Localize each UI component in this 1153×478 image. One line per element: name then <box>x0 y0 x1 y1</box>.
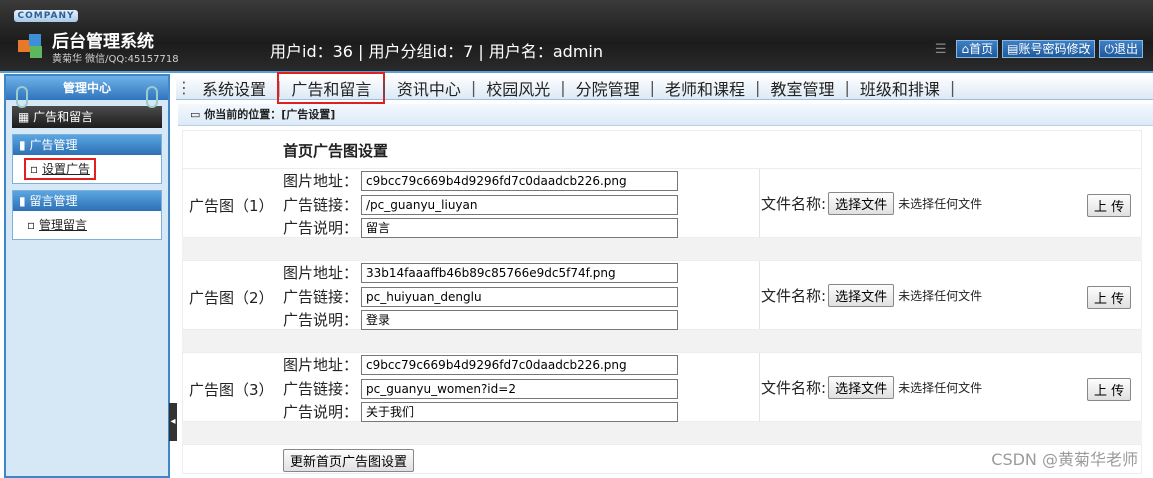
ad-link-input[interactable] <box>361 286 678 307</box>
ring-decoration <box>146 86 158 108</box>
ad-label: 广告图（2） <box>189 289 274 307</box>
user-info: 用户id：36 | 用户分组id：7 | 用户名：admin <box>270 42 604 61</box>
nav-item-teachers-courses[interactable]: 老师和课程 <box>655 76 755 100</box>
no-file-text: 未选择任何文件 <box>898 197 983 211</box>
link-row: 广告链接： <box>283 194 678 215</box>
top-nav: ⋮ 系统设置 | 广告和留言 | 资讯中心 | 校园风光 | 分院管理 | 老师和课程 | … <box>176 71 1153 104</box>
image-row: 图片地址： <box>283 262 678 283</box>
folder-icon: ▮ <box>19 194 26 208</box>
grid-icon: ▦ <box>18 110 30 124</box>
ad-desc-input[interactable] <box>361 401 678 422</box>
image-row: 图片地址： <box>283 170 678 191</box>
system-title: 后台管理系统 <box>52 32 154 52</box>
no-file-text: 未选择任何文件 <box>898 381 983 395</box>
image-row: 图片地址： <box>283 354 678 375</box>
group-header[interactable]: ▮ 广告管理 <box>13 135 161 155</box>
home-link[interactable]: ⌂首页 <box>956 40 999 58</box>
top-header: COMPANY 后台管理系统 黄菊华 微信/QQ:45157718 用户id：3… <box>0 0 1153 73</box>
nav-item-system[interactable]: 系统设置 <box>192 76 276 100</box>
breadcrumb: ▭ 你当前的位置：[广告设置] <box>178 104 1153 126</box>
cubes-logo-icon <box>18 34 42 58</box>
upload-button[interactable]: 上 传 <box>1087 286 1132 309</box>
file-picker: 文件名称: 选择文件 未选择任何文件 <box>761 284 982 307</box>
ad-block-3: 广告图（3） 图片地址： 广告链接： 广告说明： 文件名称: 选择文件 未选择任… <box>182 352 1142 422</box>
ad-settings-form: 首页广告图设置 广告图（1） 图片地址： 广告链接： 广告说明： 文件名称: 选… <box>182 130 1142 474</box>
ad-block-2: 广告图（2） 图片地址： 广告链接： 广告说明： 文件名称: 选择文件 未选择任… <box>182 260 1142 330</box>
image-url-input[interactable] <box>361 354 678 375</box>
no-file-text: 未选择任何文件 <box>898 289 983 303</box>
top-links: ☰ ⌂首页 ▤账号密码修改 ⏻退出 <box>935 40 1143 58</box>
power-icon: ⏻ <box>1104 42 1114 56</box>
company-badge: COMPANY <box>14 10 78 22</box>
home-icon: ⌂ <box>961 42 970 56</box>
group-header[interactable]: ▮ 留言管理 <box>13 191 161 211</box>
sidebar-selected-module[interactable]: ▦ 广告和留言 <box>12 106 162 128</box>
ad-desc-input[interactable] <box>361 309 678 330</box>
menu-icon: ☰ <box>934 41 947 57</box>
nav-item-classes-schedule[interactable]: 班级和排课 <box>850 76 950 100</box>
account-password-link[interactable]: ▤账号密码修改 <box>1002 40 1096 58</box>
file-picker: 文件名称: 选择文件 未选择任何文件 <box>761 192 982 215</box>
image-url-input[interactable] <box>361 262 678 283</box>
image-url-input[interactable] <box>361 170 678 191</box>
desc-row: 广告说明： <box>283 309 678 330</box>
section-title: 首页广告图设置 <box>182 130 1142 168</box>
sidebar-group-messages: ▮ 留言管理 ▫ 管理留言 <box>12 190 162 240</box>
ad-block-1: 广告图（1） 图片地址： 广告链接： 广告说明： 文件名称: 选择文件 未选择任… <box>182 168 1142 238</box>
ad-link-input[interactable] <box>361 194 678 215</box>
ad-desc-input[interactable] <box>361 217 678 238</box>
upload-button[interactable]: 上 传 <box>1087 194 1132 217</box>
system-subtitle: 黄菊华 微信/QQ:45157718 <box>52 54 179 65</box>
nav-item-branches[interactable]: 分院管理 <box>566 76 650 100</box>
choose-file-button[interactable]: 选择文件 <box>828 284 895 307</box>
nav-handle-icon: ⋮ <box>176 78 192 97</box>
choose-file-button[interactable]: 选择文件 <box>828 376 895 399</box>
sidebar-item-set-ads[interactable]: ▫ 设置广告 <box>13 155 161 183</box>
nav-item-ads-messages[interactable]: 广告和留言 <box>277 71 386 104</box>
list-icon: ▤ <box>1007 42 1019 56</box>
sidebar-item-manage-messages[interactable]: ▫ 管理留言 <box>13 211 161 239</box>
nav-item-news[interactable]: 资讯中心 <box>387 76 471 100</box>
nav-item-classrooms[interactable]: 教室管理 <box>760 76 844 100</box>
logout-link[interactable]: ⏻退出 <box>1099 40 1143 58</box>
collapse-sidebar-handle[interactable]: ◂ <box>169 403 177 441</box>
ad-label: 广告图（1） <box>189 197 274 215</box>
upload-button[interactable]: 上 传 <box>1087 378 1132 401</box>
page-icon: ▫ <box>30 162 39 176</box>
sidebar-group-ads: ▮ 广告管理 ▫ 设置广告 <box>12 134 162 184</box>
folder-icon: ▮ <box>19 138 26 152</box>
save-ad-settings-button[interactable]: 更新首页广告图设置 <box>283 449 415 472</box>
window-icon: ▭ <box>190 108 201 121</box>
desc-row: 广告说明： <box>283 401 678 422</box>
link-row: 广告链接： <box>283 286 678 307</box>
page-icon: ▫ <box>27 218 36 232</box>
nav-item-campus[interactable]: 校园风光 <box>476 76 560 100</box>
sidebar: 管理中心 ▦ 广告和留言 ▮ 广告管理 ▫ 设置广告 ▮ 留言管理 ▫ 管理留言 <box>4 74 170 478</box>
ad-label: 广告图（3） <box>189 381 274 399</box>
file-picker: 文件名称: 选择文件 未选择任何文件 <box>761 376 982 399</box>
desc-row: 广告说明： <box>283 217 678 238</box>
watermark: CSDN @黄菊华老师 <box>991 450 1138 469</box>
ad-link-input[interactable] <box>361 378 678 399</box>
sidebar-title: 管理中心 <box>6 76 168 108</box>
ring-decoration <box>16 86 28 108</box>
link-row: 广告链接： <box>283 378 678 399</box>
choose-file-button[interactable]: 选择文件 <box>828 192 895 215</box>
